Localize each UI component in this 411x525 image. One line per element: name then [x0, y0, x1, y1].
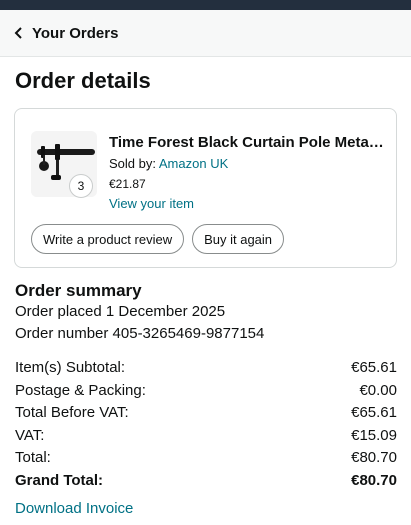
chevron-left-icon [12, 26, 26, 40]
total-before-vat-label: Total Before VAT: [15, 404, 129, 422]
page-title: Order details [15, 68, 151, 93]
postage-label: Postage & Packing: [15, 381, 146, 399]
back-to-orders[interactable]: Your Orders [0, 10, 411, 57]
write-review-button[interactable]: Write a product review [31, 224, 185, 254]
total-before-vat-row: Total Before VAT: €65.61 [15, 402, 397, 425]
grand-total-row: Grand Total: €80.70 [15, 470, 397, 493]
postage-row: Postage & Packing: €0.00 [15, 380, 397, 403]
total-row: Total: €80.70 [15, 447, 397, 470]
item-price: €21.87 [109, 177, 146, 191]
vat-value: €15.09 [351, 426, 397, 444]
total-before-vat-value: €65.61 [351, 404, 397, 422]
order-totals: Item(s) Subtotal: €65.61 Postage & Packi… [15, 357, 397, 493]
back-label: Your Orders [32, 24, 119, 42]
order-summary: Order summary Order placed 1 December 20… [15, 281, 397, 345]
grand-total-value: €80.70 [351, 471, 397, 489]
total-value: €80.70 [351, 449, 397, 467]
postage-value: €0.00 [359, 381, 397, 399]
vat-label: VAT: [15, 426, 45, 444]
order-number: Order number 405-3265469-9877154 [15, 325, 265, 342]
buy-again-button[interactable]: Buy it again [192, 224, 285, 254]
top-bar [0, 0, 411, 10]
quantity-badge: 3 [69, 174, 93, 198]
order-item-card: 3 Time Forest Black Curtain Pole Meta… S… [14, 108, 397, 268]
subtotal-value: €65.61 [351, 359, 397, 376]
order-placed-date: Order placed 1 December 2025 [15, 303, 226, 320]
product-title[interactable]: Time Forest Black Curtain Pole Meta… [109, 133, 385, 152]
order-summary-title: Order summary [15, 281, 142, 300]
total-label: Total: [15, 449, 51, 467]
subtotal-row: Item(s) Subtotal: €65.61 [15, 357, 397, 380]
sold-by-label: Sold by: [109, 156, 156, 171]
subtotal-label: Item(s) Subtotal: [15, 359, 126, 376]
vat-row: VAT: €15.09 [15, 425, 397, 448]
view-item-link[interactable]: View your item [109, 195, 385, 212]
download-invoice-link[interactable]: Download Invoice [15, 500, 133, 517]
sold-by: Sold by: Amazon UK [109, 155, 385, 172]
grand-total-label: Grand Total: [15, 471, 104, 489]
seller-link[interactable]: Amazon UK [159, 156, 228, 171]
